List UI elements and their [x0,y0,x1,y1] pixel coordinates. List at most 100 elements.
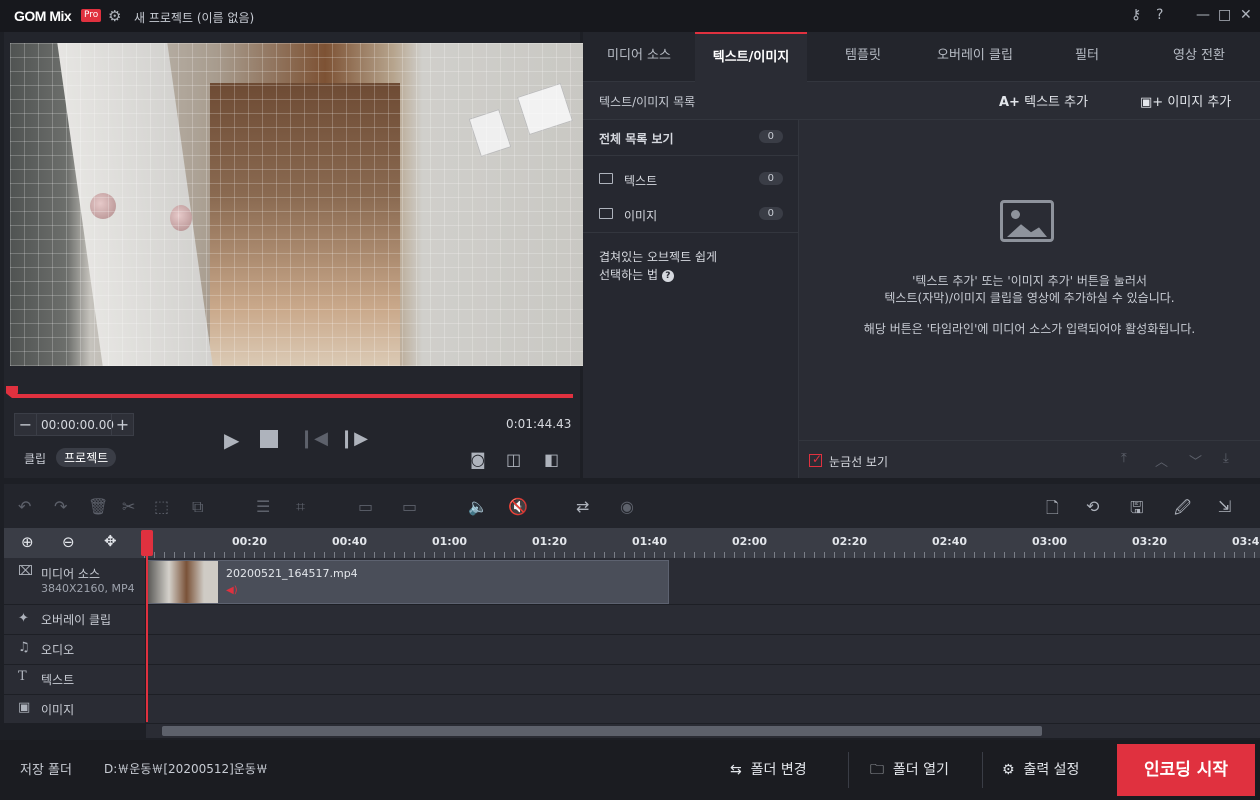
gear-icon[interactable]: ⚙ [108,7,121,25]
tick-label: 01:00 [432,535,468,548]
output-settings-button[interactable]: ⚙ 출력 설정 [1002,750,1079,790]
grid-label[interactable]: 눈금선 보기 [829,453,888,470]
transfer-icon[interactable]: ⇄ [576,497,589,516]
folder-icon: 🗀 [870,762,884,778]
pro-badge: Pro [81,9,102,22]
camera-icon[interactable]: ◙ [470,450,486,469]
key-icon[interactable]: ⚷ [1131,6,1141,24]
tab-text-image[interactable]: 텍스트/이미지 [695,32,807,82]
track-name: 이미지 [41,703,75,717]
play-icon[interactable]: ▶ [224,428,239,452]
change-folder-button[interactable]: ⇆ 폴더 변경 [730,750,807,790]
text-icon: T [18,669,27,684]
track-media-source: ⌧ 미디어 소스 3840X2160, MP4 20200521_164517.… [4,558,1260,605]
crop-clip-icon[interactable]: ⧉ [192,497,203,517]
current-time[interactable]: 00:00:00.00 [41,418,114,432]
save-as-icon[interactable]: 🖉 [1174,497,1191,524]
mute-icon[interactable]: 🔇 [508,497,528,516]
time-ruler[interactable]: 00:20 00:40 01:00 01:20 01:40 02:00 02:2… [144,528,1260,558]
cut-icon[interactable]: ✂ [122,497,135,516]
mode-project[interactable]: 프로젝트 [56,448,117,467]
sparkle-icon: ✦ [18,611,29,626]
zoom-out-icon[interactable]: ⊖ [62,533,75,551]
add-text-icon: A+ [999,95,1020,110]
stop-icon[interactable] [260,430,278,448]
volume-icon[interactable]: 🔈 [468,497,488,516]
select-icon[interactable]: ⬚ [154,497,169,516]
save-icon[interactable]: 🖫 [1130,497,1144,524]
list-item-label: 전체 목록 보기 [599,132,674,146]
image-right-icon[interactable]: ▭ [402,497,417,516]
list-item-count: 0 [758,172,783,185]
start-encoding-button[interactable]: 인코딩 시작 [1117,744,1255,796]
seek-bar[interactable] [12,394,573,398]
settings-film-icon: ⚙ [1002,762,1015,778]
hint-link[interactable]: 선택하는 법 ? [599,266,674,284]
track-text: T 텍스트 [4,665,1260,695]
delete-icon[interactable]: 🗑 [88,497,108,516]
add-image-icon: ▣+ [1140,95,1164,110]
next-frame-icon[interactable]: ❙▶ [339,428,368,449]
new-project-icon[interactable]: 🗋 [1046,497,1059,524]
divider [982,752,983,788]
minimize-button[interactable]: — [1196,6,1210,24]
tab-media-source[interactable]: 미디어 소스 [583,32,695,82]
tab-bar: 미디어 소스 텍스트/이미지 템플릿 오버레이 클립 필터 영상 전환 [583,32,1260,82]
list-item-all[interactable]: 전체 목록 보기 0 [583,122,799,156]
help-icon[interactable]: ? [1156,6,1163,24]
media-clip[interactable]: 20200521_164517.mp4 ◀) [147,560,669,604]
split-vertical-icon[interactable]: ◧ [544,450,559,469]
playhead-handle[interactable] [141,530,153,556]
move-top-icon[interactable]: ⤒ [1121,451,1127,466]
tab-transition[interactable]: 영상 전환 [1143,32,1255,82]
move-bottom-icon[interactable]: ⤓ [1223,451,1229,466]
fit-icon[interactable]: ✥ [104,532,117,550]
output-settings-label: 출력 설정 [1023,762,1080,778]
timeline-scrollbar[interactable] [146,724,1260,738]
tab-template[interactable]: 템플릿 [807,32,919,82]
track-label: ▣ 이미지 [4,695,146,723]
close-button[interactable]: ✕ [1240,6,1252,24]
mode-clip[interactable]: 클립 [24,450,46,467]
tick-label: 03:20 [1132,535,1168,548]
minus-icon[interactable]: − [15,414,37,435]
move-up-icon[interactable]: ︿ [1155,451,1168,470]
image-left-icon[interactable]: ▭ [358,497,373,516]
clip-thumbnail [148,561,218,603]
maximize-button[interactable]: □ [1218,6,1231,24]
move-down-icon[interactable]: ﹀ [1189,451,1202,470]
open-folder-button[interactable]: 🗀 폴더 열기 [870,750,949,790]
plus-icon[interactable]: + [111,414,133,435]
redo-icon[interactable]: ↷ [54,497,67,516]
grid-checkbox[interactable]: ✓ [809,452,822,467]
scrollbar-thumb[interactable] [162,726,1042,736]
list-item-image[interactable]: 이미지 0 [583,199,799,233]
zoom-in-icon[interactable]: ⊕ [21,533,34,551]
split-horizontal-icon[interactable]: ◫ [506,450,521,469]
tick-label: 03:40 [1232,535,1260,548]
open-project-icon[interactable]: ⟲ [1086,497,1099,516]
list-item-label: 텍스트 [624,174,658,188]
clip-name: 20200521_164517.mp4 [226,567,358,580]
track-overlay: ✦ 오버레이 클립 [4,605,1260,635]
add-image-button[interactable]: ▣+ 이미지 추가 [1140,91,1231,110]
preview-eye-icon[interactable]: ◉ [620,497,634,516]
timecode-stepper[interactable]: − 00:00:00.00 + [14,413,134,436]
list-item-text[interactable]: 텍스트 0 [583,164,799,196]
list-item-label: 이미지 [624,209,658,223]
help-icon[interactable]: ? [661,269,674,282]
tab-overlay-clip[interactable]: 오버레이 클립 [919,32,1031,82]
export-icon[interactable]: ⇲ [1218,497,1231,516]
adjust-icon[interactable]: ☰ [256,497,270,516]
tab-filter[interactable]: 필터 [1031,32,1143,82]
prev-frame-icon[interactable]: ❙◀ [299,428,328,449]
track-name: 텍스트 [41,673,75,687]
tick-label: 02:20 [832,535,868,548]
undo-icon[interactable]: ↶ [18,497,31,516]
crop-icon[interactable]: ⌗ [296,497,305,517]
add-text-button[interactable]: A+ 텍스트 추가 [999,91,1088,110]
playhead[interactable] [146,530,148,722]
panel-title: 텍스트/이미지 목록 [599,95,696,109]
track-label: T 텍스트 [4,665,146,694]
hint-line1: 겹쳐있는 오브젝트 쉽게 [599,250,718,264]
